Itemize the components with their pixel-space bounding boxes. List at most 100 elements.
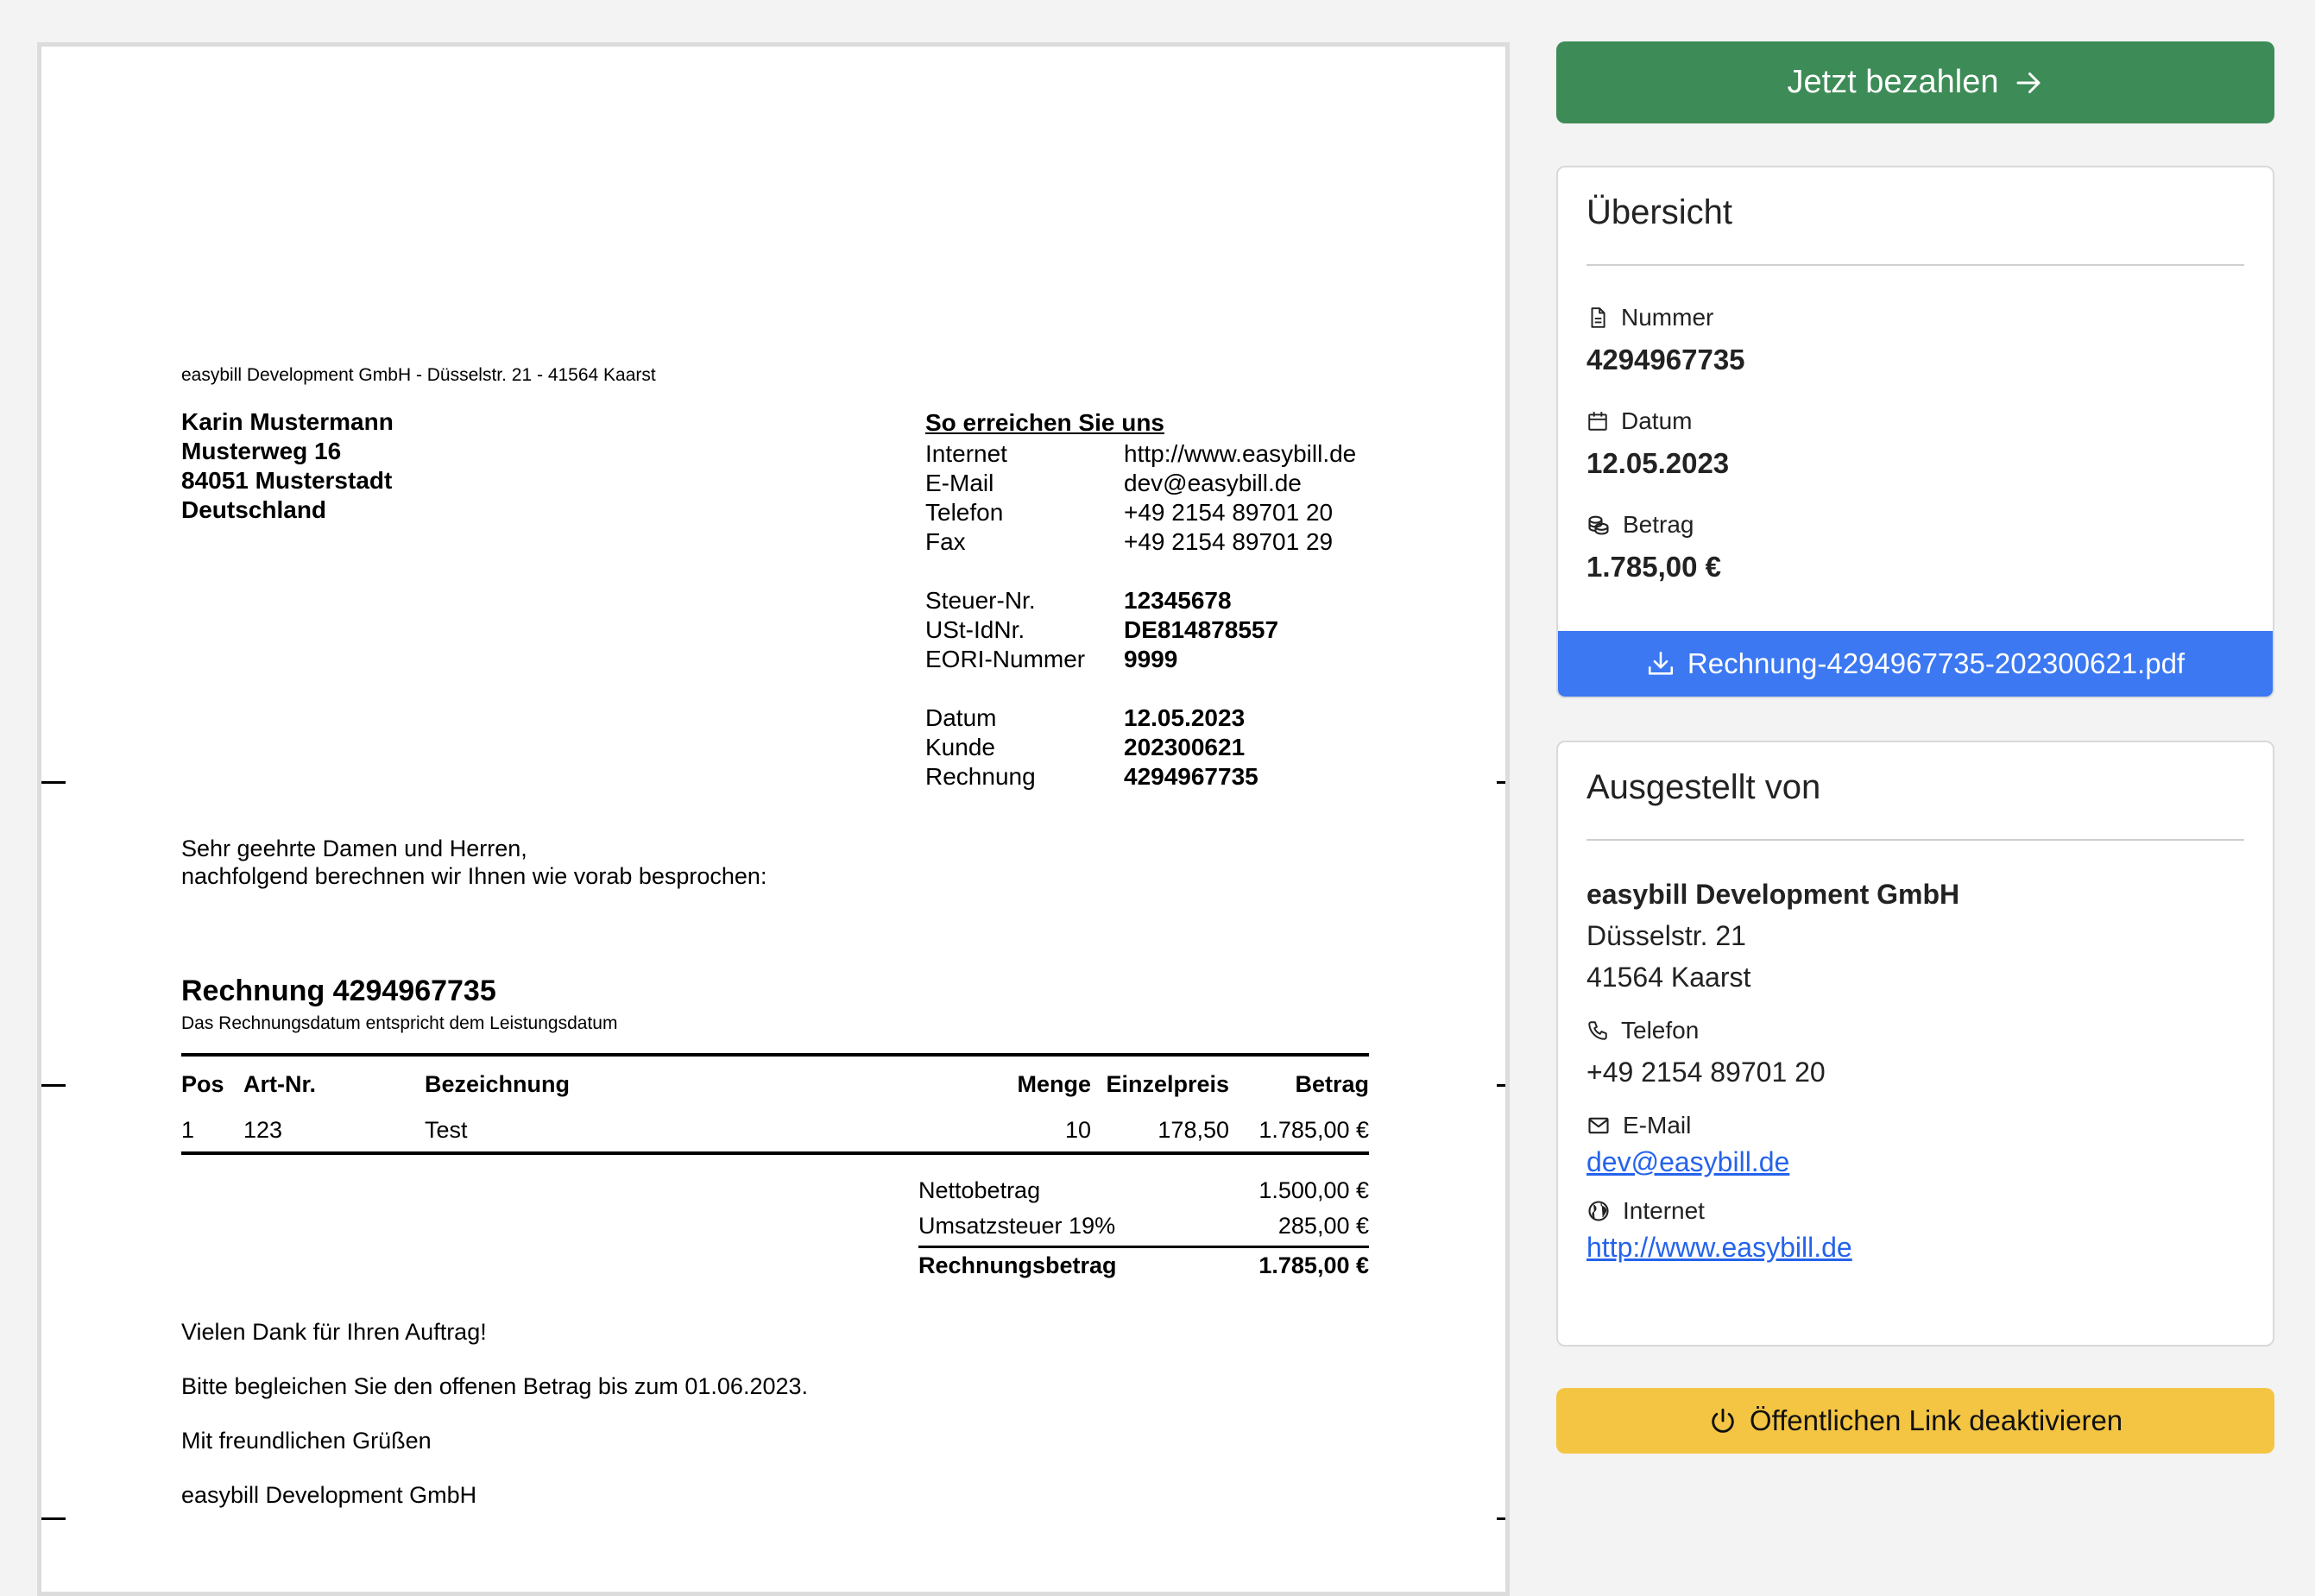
col-menge: Menge bbox=[1017, 1070, 1091, 1097]
meta-label: Datum bbox=[925, 704, 997, 731]
download-icon bbox=[1646, 649, 1675, 678]
email-link[interactable]: dev@easybill.de bbox=[1586, 1146, 1789, 1177]
phone-label-row: Telefon bbox=[1586, 1017, 2244, 1044]
sum-value: 285,00 € bbox=[1277, 1213, 1369, 1239]
recipient-country: Deutschland bbox=[181, 496, 327, 523]
amount-label-row: Betrag bbox=[1586, 511, 2244, 539]
sum-value: 1.500,00 € bbox=[1258, 1177, 1369, 1203]
cell-art: 123 bbox=[243, 1116, 283, 1143]
contact-label: Internet bbox=[925, 440, 1007, 467]
closing-signature: easybill Development GmbH bbox=[181, 1482, 477, 1508]
sum-row-total: Rechnungsbetrag 1.785,00 € bbox=[918, 1246, 1369, 1283]
overview-card: Übersicht Nummer 4294967735 Datum 12.05.… bbox=[1556, 166, 2274, 698]
closing-payment-note: Bitte begleichen Sie den offenen Betrag … bbox=[181, 1373, 809, 1399]
cell-menge: 10 bbox=[1064, 1116, 1091, 1143]
items-table: Pos Art-Nr. Bezeichnung Menge Einzelprei… bbox=[181, 1053, 1369, 1155]
number-label-row: Nummer bbox=[1586, 304, 2244, 331]
issuer-city: 41564 Kaarst bbox=[1586, 962, 1751, 993]
fold-mark bbox=[1497, 781, 1505, 784]
email-link-row: dev@easybill.de bbox=[1586, 1146, 2244, 1178]
download-label: Rechnung-4294967735-202300621.pdf bbox=[1687, 647, 2186, 679]
recipient-city: 84051 Musterstadt bbox=[181, 467, 393, 494]
deactivate-link-button[interactable]: Öffentlichen Link deaktivieren bbox=[1556, 1388, 2274, 1454]
internet-link[interactable]: http://www.easybill.de bbox=[1586, 1232, 1852, 1263]
sum-label: Umsatzsteuer 19% bbox=[918, 1213, 1116, 1239]
cell-einzel: 178,50 bbox=[1158, 1116, 1229, 1143]
contact-header: So erreichen Sie uns bbox=[925, 409, 1164, 436]
file-icon bbox=[1586, 306, 1609, 330]
fold-mark bbox=[41, 1517, 66, 1520]
contact-label: E-Mail bbox=[925, 470, 994, 496]
recipient-name: Karin Mustermann bbox=[181, 408, 394, 435]
tax-label: USt-IdNr. bbox=[925, 616, 1025, 643]
greeting: Sehr geehrte Damen und Herren, nachfolge… bbox=[181, 835, 766, 890]
date-label-row: Datum bbox=[1586, 407, 2244, 435]
contact-label: Telefon bbox=[925, 499, 1004, 526]
power-icon bbox=[1708, 1406, 1738, 1435]
internet-label-row: Internet bbox=[1586, 1197, 2244, 1225]
fold-mark bbox=[1497, 1084, 1505, 1087]
cell-bez: Test bbox=[425, 1116, 468, 1143]
greeting-line: Sehr geehrte Damen und Herren, bbox=[181, 836, 527, 861]
coins-icon bbox=[1586, 513, 1611, 537]
sum-row-ust: Umsatzsteuer 19% 285,00 € bbox=[918, 1208, 1369, 1244]
invoice-subtitle: Das Rechnungsdatum entspricht dem Leistu… bbox=[181, 1013, 618, 1033]
meta-label: Kunde bbox=[925, 734, 995, 760]
invoice-amount: 1.785,00 € bbox=[1586, 551, 1721, 583]
recipient-street: Musterweg 16 bbox=[181, 438, 342, 464]
issuer-company: easybill Development GmbH bbox=[1586, 879, 1960, 910]
fold-mark bbox=[1497, 1517, 1505, 1520]
meta-label: Rechnung bbox=[925, 763, 1036, 790]
amount-label: Betrag bbox=[1623, 511, 1694, 538]
sender-line: easybill Development GmbH - Düsselstr. 2… bbox=[181, 365, 656, 385]
overview-title: Übersicht bbox=[1586, 193, 1732, 231]
tax-value: DE814878557 bbox=[1124, 616, 1279, 643]
divider bbox=[1586, 264, 2244, 266]
col-pos: Pos bbox=[181, 1070, 224, 1097]
phone-label: Telefon bbox=[1621, 1017, 1700, 1044]
fold-mark bbox=[41, 781, 66, 784]
contact-value: +49 2154 89701 29 bbox=[1124, 528, 1334, 555]
issuer-street: Düsselstr. 21 bbox=[1586, 920, 1746, 951]
tax-value: 9999 bbox=[1124, 646, 1178, 672]
divider bbox=[1586, 839, 2244, 841]
greeting-line: nachfolgend berechnen wir Ihnen wie vora… bbox=[181, 863, 767, 889]
download-pdf-button[interactable]: Rechnung-4294967735-202300621.pdf bbox=[1558, 631, 2273, 697]
globe-icon bbox=[1586, 1199, 1611, 1223]
invoice-document: easybill Development GmbH - Düsselstr. 2… bbox=[37, 42, 1510, 1596]
issuer-card: Ausgestellt von easybill Development Gmb… bbox=[1556, 741, 2274, 1347]
mail-icon bbox=[1586, 1113, 1611, 1138]
contact-value: +49 2154 89701 20 bbox=[1124, 499, 1334, 526]
internet-link-row: http://www.easybill.de bbox=[1586, 1232, 2244, 1264]
invoice-date: 12.05.2023 bbox=[1586, 447, 1730, 479]
issuer-phone: +49 2154 89701 20 bbox=[1586, 1057, 1826, 1088]
arrow-right-icon bbox=[2013, 67, 2044, 98]
cell-pos: 1 bbox=[181, 1116, 195, 1143]
col-art: Art-Nr. bbox=[243, 1070, 317, 1097]
phone-icon bbox=[1586, 1019, 1609, 1043]
sum-row-netto: Nettobetrag 1.500,00 € bbox=[918, 1173, 1369, 1208]
invoice-number: 4294967735 bbox=[1586, 344, 1745, 375]
email-label-row: E-Mail bbox=[1586, 1112, 2244, 1139]
sum-label: Nettobetrag bbox=[918, 1177, 1041, 1203]
sums-block: Nettobetrag 1.500,00 € Umsatzsteuer 19% … bbox=[918, 1173, 1369, 1283]
deactivate-label: Öffentlichen Link deaktivieren bbox=[1749, 1404, 2123, 1436]
invoice-title: Rechnung 4294967735 bbox=[181, 975, 496, 1007]
col-bez: Bezeichnung bbox=[425, 1070, 571, 1097]
closing-regards: Mit freundlichen Grüßen bbox=[181, 1428, 432, 1454]
sum-label: Rechnungsbetrag bbox=[918, 1252, 1117, 1278]
email-label: E-Mail bbox=[1623, 1112, 1692, 1139]
issuer-title: Ausgestellt von bbox=[1586, 768, 1821, 806]
contact-block: So erreichen Sie uns Internet http://www.… bbox=[925, 408, 1356, 792]
pay-now-button[interactable]: Jetzt bezahlen bbox=[1556, 41, 2274, 123]
meta-value: 12.05.2023 bbox=[1124, 704, 1246, 731]
contact-label: Fax bbox=[925, 528, 966, 555]
col-einzel: Einzelpreis bbox=[1106, 1070, 1229, 1097]
sum-value: 1.785,00 € bbox=[1258, 1252, 1369, 1278]
internet-label: Internet bbox=[1623, 1197, 1705, 1224]
contact-value: dev@easybill.de bbox=[1124, 470, 1302, 496]
table-header: Pos Art-Nr. Bezeichnung Menge Einzelprei… bbox=[181, 1057, 1369, 1108]
meta-value: 4294967735 bbox=[1124, 763, 1258, 790]
meta-value: 202300621 bbox=[1124, 734, 1246, 760]
tax-label: EORI-Nummer bbox=[925, 646, 1086, 672]
